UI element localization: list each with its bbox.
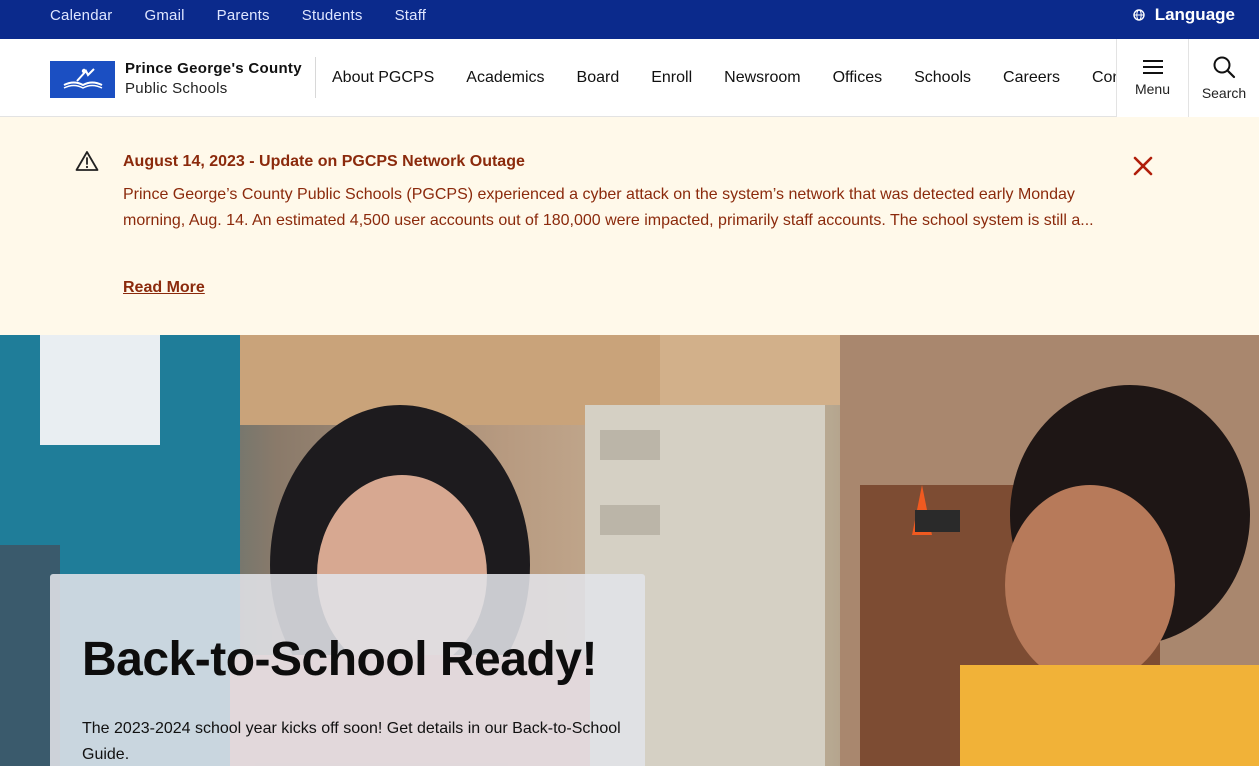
utility-link-staff[interactable]: Staff bbox=[395, 7, 427, 24]
main-header: Prince George's County Public Schools Ab… bbox=[0, 39, 1259, 117]
alert-banner: August 14, 2023 - Update on PGCPS Networ… bbox=[0, 117, 1259, 335]
hero-card: Back-to-School Ready! The 2023-2024 scho… bbox=[50, 574, 645, 766]
close-icon[interactable] bbox=[1131, 154, 1155, 178]
alert-read-more-link[interactable]: Read More bbox=[123, 279, 205, 297]
nav-about[interactable]: About PGCPS bbox=[332, 69, 434, 87]
main-nav: About PGCPS Academics Board Enroll Newsr… bbox=[332, 39, 1116, 117]
search-label: Search bbox=[1201, 85, 1247, 101]
open-book-icon bbox=[63, 68, 102, 89]
language-label: Language bbox=[1154, 5, 1235, 24]
nav-academics[interactable]: Academics bbox=[466, 69, 544, 87]
nav-board[interactable]: Board bbox=[577, 69, 620, 87]
logo-mark bbox=[50, 60, 115, 98]
logo-text: Prince George's County Public Schools bbox=[125, 59, 302, 99]
hamburger-icon bbox=[1142, 60, 1163, 74]
logo-line2: Public Schools bbox=[125, 80, 228, 97]
utility-links: Calendar Gmail Parents Students Staff bbox=[50, 0, 458, 30]
menu-label: Menu bbox=[1134, 81, 1171, 97]
search-button[interactable]: Search bbox=[1188, 39, 1259, 117]
hero-section: Back-to-School Ready! The 2023-2024 scho… bbox=[0, 335, 1259, 766]
utility-link-gmail[interactable]: Gmail bbox=[144, 7, 184, 24]
hero-text: The 2023-2024 school year kicks off soon… bbox=[82, 720, 621, 763]
menu-button[interactable]: Menu bbox=[1116, 39, 1188, 117]
nav-careers[interactable]: Careers bbox=[1003, 69, 1060, 87]
nav-newsroom[interactable]: Newsroom bbox=[724, 69, 800, 87]
nav-enroll[interactable]: Enroll bbox=[651, 69, 692, 87]
site-logo[interactable]: Prince George's County Public Schools bbox=[50, 59, 302, 99]
nav-schools[interactable]: Schools bbox=[914, 69, 971, 87]
nav-offices[interactable]: Offices bbox=[833, 69, 883, 87]
logo-line1: Prince George's County bbox=[125, 60, 302, 77]
utility-link-students[interactable]: Students bbox=[302, 7, 363, 24]
alert-title: August 14, 2023 - Update on PGCPS Networ… bbox=[123, 153, 525, 170]
utility-link-calendar[interactable]: Calendar bbox=[50, 7, 112, 24]
warning-triangle-icon bbox=[75, 151, 99, 171]
hero-title: Back-to-School Ready! bbox=[82, 633, 597, 686]
nav-contact[interactable]: Contact bbox=[1092, 69, 1116, 87]
language-selector[interactable]: Language bbox=[1133, 0, 1235, 30]
alert-body: Prince George’s County Public Schools (P… bbox=[123, 186, 1094, 229]
utility-bar: Calendar Gmail Parents Students Staff La… bbox=[0, 0, 1259, 39]
header-divider bbox=[315, 57, 316, 98]
utility-link-parents[interactable]: Parents bbox=[217, 7, 270, 24]
globe-icon bbox=[1133, 9, 1145, 21]
search-icon bbox=[1213, 56, 1236, 79]
